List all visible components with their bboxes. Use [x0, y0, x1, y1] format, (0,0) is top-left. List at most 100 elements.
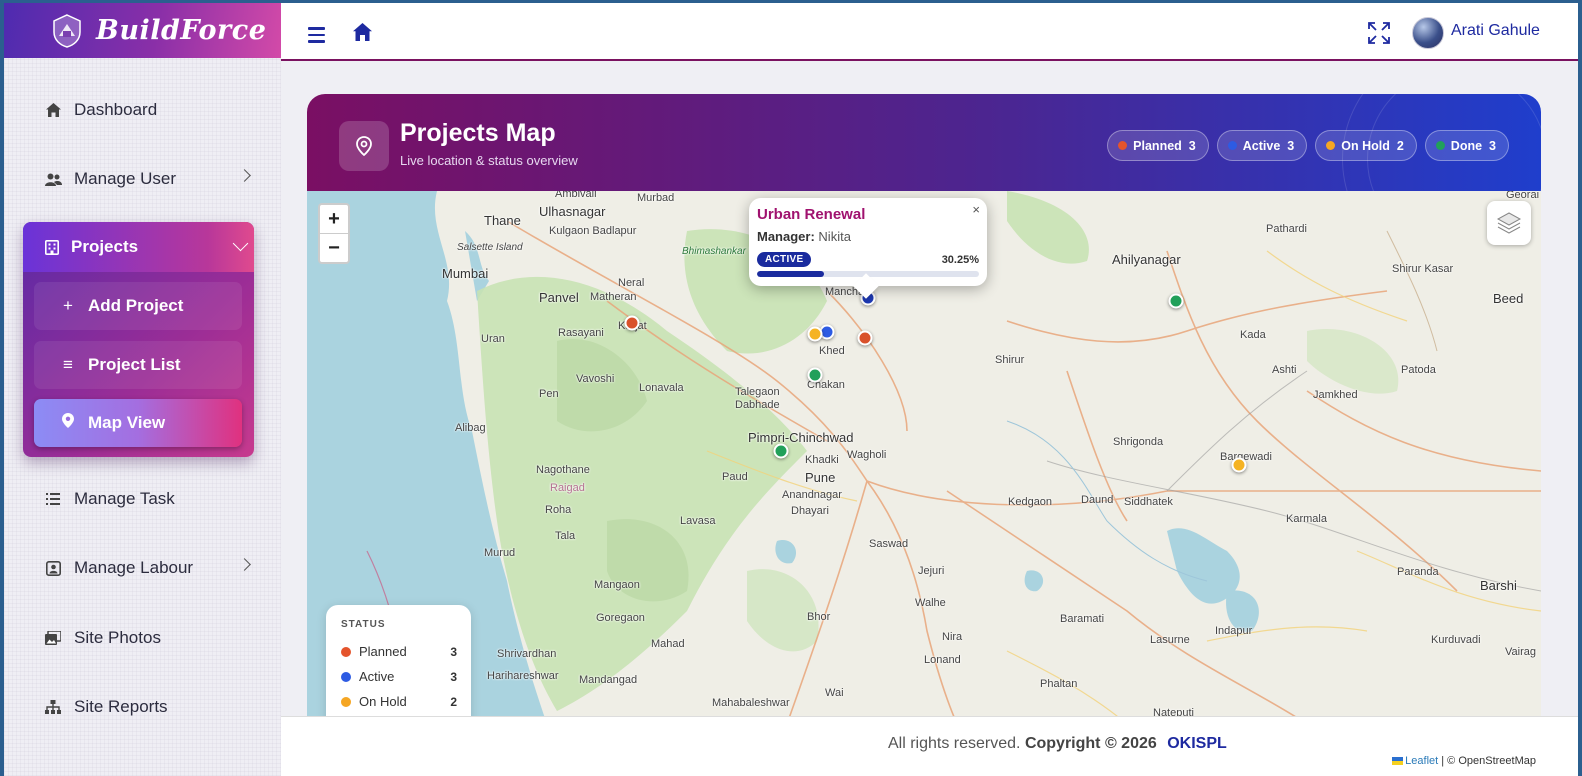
footer-company-link[interactable]: OKISPL [1167, 735, 1227, 752]
sidebar-item-label: Manage User [74, 169, 177, 188]
leaflet-flag-icon [1392, 757, 1404, 766]
status-dot-icon [1435, 141, 1445, 150]
sidebar-subitem-label: Add Project [88, 296, 184, 315]
map-place-label: Mumbai [442, 266, 489, 281]
map-place-label: Shrigonda [1113, 436, 1164, 448]
map-place-label: Jejuri [918, 565, 945, 577]
zoom-control: + − [318, 203, 350, 264]
sidebar-item-manage-labour[interactable]: Manage Labour [4, 548, 281, 588]
sitemap-icon [44, 698, 62, 716]
chip-label: Done [1450, 138, 1483, 153]
map-place-label: Pimpri-Chinchwad [748, 430, 854, 445]
map-pin-icon [60, 413, 76, 433]
footer-rights: All rights reserved. [888, 735, 1021, 752]
map-marker-done[interactable] [807, 367, 823, 383]
map-place-label: Jamkhed [1313, 389, 1358, 401]
map-place-label: Murbad [637, 192, 675, 204]
map-place-label: Salsette Island [457, 242, 523, 253]
building-icon [45, 239, 59, 255]
users-icon [44, 170, 62, 188]
footer-copyright: Copyright © 2026 [1024, 735, 1157, 752]
status-chip-on-hold[interactable]: On Hold 2 [1315, 130, 1417, 161]
map-place-label: Wagholi [847, 449, 887, 461]
map-place-label: Walhe [915, 597, 946, 609]
brand-name: BuildForce [96, 15, 267, 46]
chip-count: 3 [1287, 138, 1295, 153]
osm-attribution[interactable]: | © OpenStreetMap [1441, 755, 1536, 767]
map-marker-on-hold[interactable] [807, 326, 823, 342]
card-header: Projects Map Live location & status over… [307, 94, 1541, 274]
chip-count: 3 [1188, 138, 1196, 153]
map-marker-planned[interactable] [624, 315, 640, 331]
status-chip-active[interactable]: Active 3 [1216, 130, 1308, 161]
map-marker-planned[interactable] [857, 330, 873, 346]
menu-toggle-icon[interactable] [308, 27, 325, 47]
map-place-label: Kedgaon [1008, 496, 1053, 508]
map-place-label: Indapur [1215, 625, 1253, 637]
status-dot-icon [1227, 141, 1237, 150]
brand-logo-icon [48, 12, 86, 50]
leaflet-link[interactable]: Leaflet [1405, 755, 1438, 767]
status-chip-planned[interactable]: Planned 3 [1107, 130, 1209, 161]
map-place-label: Harihareshwar [487, 670, 559, 682]
map-place-label: Phaltan [1040, 678, 1078, 690]
avatar[interactable] [1412, 17, 1444, 49]
status-chip-done[interactable]: Done 3 [1424, 130, 1509, 161]
plus-icon: + [63, 296, 73, 315]
map-marker-done[interactable] [1168, 293, 1184, 309]
layers-icon [1496, 212, 1522, 234]
sidebar-item-manage-task[interactable]: Manage Task [4, 479, 281, 519]
status-dot-icon [341, 646, 351, 657]
brand[interactable]: BuildForce [4, 3, 281, 58]
sidebar-item-site-reports[interactable]: Site Reports [4, 687, 281, 727]
map-place-label: Paud [722, 471, 748, 483]
sidebar-item-manage-user[interactable]: Manage User [4, 159, 281, 199]
location-pin-icon [339, 121, 389, 171]
zoom-in-button[interactable]: + [320, 205, 348, 234]
popup-close-button[interactable]: × [972, 202, 980, 217]
map-place-label: Nira [942, 631, 963, 643]
status-dot-icon [341, 696, 351, 707]
map-place-label: Ahilyanagar [1112, 252, 1181, 267]
map-place-label: Ulhasnagar [539, 204, 606, 219]
popup-title: Urban Renewal [757, 206, 866, 223]
status-chips: Planned 3 Active 3 On Hold 2 Done 3 [1107, 130, 1509, 161]
map-place-label: Beed [1493, 291, 1524, 306]
home-icon [44, 101, 62, 119]
map-marker-on-hold[interactable] [1231, 457, 1247, 473]
user-name[interactable]: Arati Gahule [1451, 22, 1540, 40]
status-dot-icon [1118, 141, 1128, 150]
sidebar-subitem-map-view[interactable]: Map View [34, 399, 242, 447]
sidebar: BuildForce Dashboard Manage User Manage … [4, 3, 281, 776]
sidebar-item-dashboard[interactable]: Dashboard [4, 90, 281, 130]
map-canvas[interactable]: Ambivali Murbad Thane Ulhasnagar Kulgaon… [307, 191, 1541, 724]
chip-count: 2 [1396, 138, 1404, 153]
zoom-out-button[interactable]: − [320, 234, 348, 263]
map-place-label: Mahabaleshwar [712, 697, 790, 709]
fullscreen-icon[interactable] [1368, 22, 1390, 44]
map-place-label: Dhayari [791, 505, 829, 517]
map-place-label: Bargewadi [1220, 451, 1272, 463]
sidebar-item-site-photos[interactable]: Site Photos [4, 618, 281, 658]
layers-button[interactable] [1487, 201, 1531, 245]
home-icon[interactable] [353, 23, 372, 46]
sidebar-item-projects[interactable]: Projects [23, 222, 254, 272]
map-place-label: Khed [819, 345, 845, 357]
map-place-label: Baramati [1060, 613, 1105, 625]
sidebar-subitem-project-list[interactable]: ≡ Project List [34, 341, 242, 389]
project-popup: × Urban Renewal Manager: Nikita ACTIVE 3… [749, 198, 987, 286]
map-place-label: Ashti [1272, 364, 1297, 376]
legend-count: 3 [450, 644, 457, 659]
legend-row-planned: Planned 3 [341, 639, 457, 664]
sidebar-subitem-add-project[interactable]: + Add Project [34, 282, 242, 330]
projects-map-card: Projects Map Live location & status over… [307, 94, 1541, 724]
map-place-label: Vairag [1505, 646, 1536, 658]
legend-row-active: Active 3 [341, 664, 457, 689]
chevron-right-icon [238, 558, 251, 571]
map-place-label: Panvel [539, 290, 579, 305]
footer: All rights reserved. Copyright © 2026 OK… [281, 716, 1578, 776]
sidebar-item-label: Site Photos [74, 628, 161, 647]
map-place-label: Paranda [1397, 566, 1439, 578]
progress-bar [757, 271, 979, 277]
map-marker-done[interactable] [773, 443, 789, 459]
